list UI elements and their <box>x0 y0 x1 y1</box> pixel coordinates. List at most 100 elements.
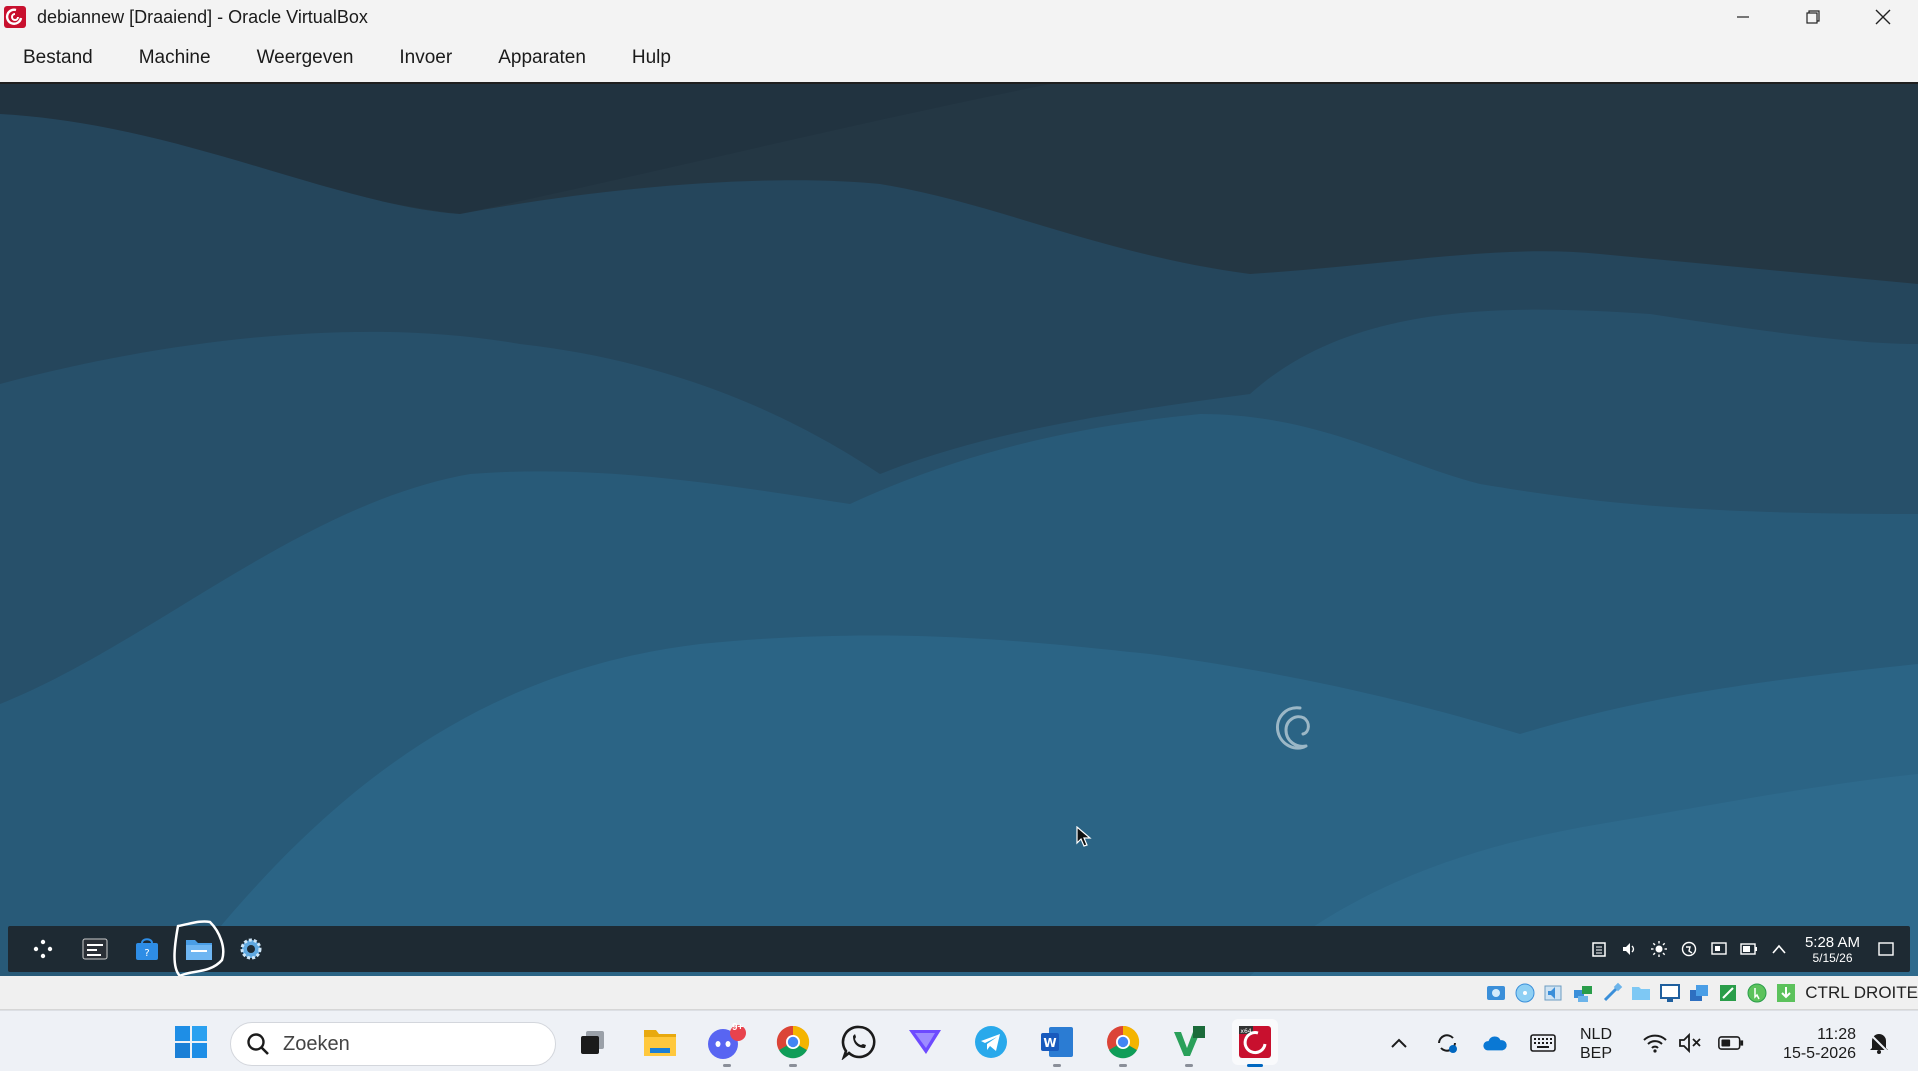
battery-tray[interactable] <box>1739 939 1759 959</box>
chrome-button[interactable] <box>770 1019 816 1067</box>
sync-tray[interactable] <box>1434 1030 1460 1056</box>
battery-icon <box>1718 1036 1744 1050</box>
battery-tray-host[interactable] <box>1718 1030 1744 1056</box>
shared-folders-status[interactable] <box>1628 980 1654 1006</box>
keyboard-tray[interactable] <box>1530 1030 1556 1056</box>
display-icon <box>1711 942 1727 955</box>
start-button[interactable] <box>168 1019 214 1065</box>
proton-vpn-button[interactable] <box>902 1019 948 1065</box>
file-manager-launcher[interactable] <box>173 920 225 976</box>
optical-drive-status[interactable] <box>1512 980 1538 1006</box>
whatsapp-button[interactable] <box>836 1019 882 1065</box>
onedrive-icon <box>1483 1036 1507 1051</box>
network-tray[interactable] <box>1679 939 1699 959</box>
window-title: debiannew [Draaiend] - Oracle VirtualBox <box>37 6 368 27</box>
hard-disk-status[interactable] <box>1483 980 1509 1006</box>
sync-icon <box>1438 1034 1457 1053</box>
visual-studio-button[interactable] <box>1166 1019 1212 1067</box>
volume-muted-icon <box>1679 1032 1701 1054</box>
settings-launcher[interactable] <box>230 928 272 970</box>
show-desktop-icon <box>1878 942 1894 956</box>
proton-vpn-icon <box>909 1030 941 1054</box>
app-menu-button[interactable] <box>22 928 64 970</box>
chrome-profile-button[interactable] <box>1100 1019 1146 1067</box>
guest-clock[interactable]: 5:28 AM 5/15/26 <box>1805 935 1860 964</box>
onedrive-tray[interactable] <box>1482 1030 1508 1056</box>
cpu-status[interactable] <box>1715 980 1741 1006</box>
clock-date: 15-5-2026 <box>1783 1045 1856 1062</box>
clock-time: 11:28 <box>1817 1026 1856 1043</box>
input-language-indicator[interactable]: NLD BEP <box>1580 1025 1612 1063</box>
virtualbox-button[interactable]: x64 <box>1232 1019 1278 1067</box>
software-store-launcher[interactable]: ? <box>126 928 168 970</box>
close-button[interactable] <box>1848 0 1918 34</box>
battery-icon <box>1740 943 1757 955</box>
file-explorer-icon <box>644 1030 676 1056</box>
close-icon <box>1875 9 1891 25</box>
show-desktop-button[interactable] <box>1876 939 1896 959</box>
debian-swirl-icon <box>1275 706 1310 750</box>
restore-icon <box>1806 10 1820 24</box>
discord-button[interactable]: 9+ <box>704 1019 750 1067</box>
display-status[interactable] <box>1657 980 1683 1006</box>
clipboard-tray[interactable] <box>1589 939 1609 959</box>
notifications-button[interactable] <box>1866 1030 1892 1056</box>
display-icon <box>1660 983 1681 1002</box>
mouse-integration-status[interactable] <box>1744 980 1770 1006</box>
menu-apparaten[interactable]: Apparaten <box>475 47 609 69</box>
menu-hulp[interactable]: Hulp <box>609 47 694 69</box>
word-icon: W <box>1041 1027 1073 1057</box>
brightness-icon <box>1650 941 1667 957</box>
language-code: NLD <box>1580 1026 1613 1043</box>
restore-button[interactable] <box>1778 0 1848 34</box>
visual-studio-icon <box>1174 1026 1205 1056</box>
terminal-launcher[interactable] <box>74 928 116 970</box>
guest-time: 5:28 AM <box>1804 933 1860 951</box>
running-indicator <box>1119 1064 1127 1067</box>
network-adapter-status[interactable] <box>1570 980 1596 1006</box>
title-bar: debiannew [Draaiend] - Oracle VirtualBox <box>0 0 1918 34</box>
usb-status[interactable] <box>1599 980 1625 1006</box>
network-icon <box>1681 941 1697 957</box>
keyboard-status[interactable] <box>1773 980 1799 1006</box>
recording-status[interactable] <box>1686 980 1712 1006</box>
clipboard-icon <box>1592 942 1606 957</box>
windows-taskbar: Zoeken 9+ W x64 NLD BEP 11:28 15-5-2026 <box>0 1010 1918 1071</box>
guest-display[interactable]: ? 5:28 AM 5/15/26 <box>0 84 1918 976</box>
menu-invoer[interactable]: Invoer <box>376 47 475 69</box>
active-indicator <box>1247 1064 1263 1067</box>
audio-status[interactable] <box>1541 980 1567 1006</box>
wifi-tray[interactable] <box>1642 1030 1668 1056</box>
menu-weergeven[interactable]: Weergeven <box>234 47 377 69</box>
wifi-icon <box>1643 1034 1667 1053</box>
discord-badge: 9+ <box>732 1022 744 1033</box>
search-box[interactable]: Zoeken <box>230 1022 556 1066</box>
taskbar-clock[interactable]: 11:28 15-5-2026 <box>1768 1025 1856 1063</box>
volume-tray-host[interactable] <box>1678 1030 1704 1056</box>
volume-icon <box>1622 943 1635 955</box>
display-tray[interactable] <box>1709 939 1729 959</box>
hidden-icons-button[interactable] <box>1386 1030 1412 1056</box>
terminal-icon <box>82 938 108 960</box>
task-view-button[interactable] <box>569 1019 615 1065</box>
usb-icon <box>1604 982 1623 1001</box>
telegram-button[interactable] <box>968 1019 1014 1065</box>
minimize-button[interactable] <box>1708 0 1778 34</box>
menu-bestand[interactable]: Bestand <box>0 47 116 69</box>
guest-date: 5/15/26 <box>1812 950 1853 965</box>
keyboard-layout-code: BEP <box>1580 1045 1613 1062</box>
shared-folders-icon <box>1632 986 1651 1000</box>
brightness-tray[interactable] <box>1649 939 1669 959</box>
volume-tray[interactable] <box>1619 939 1639 959</box>
search-icon <box>247 1033 269 1055</box>
task-view-icon <box>581 1031 604 1054</box>
optical-drive-icon <box>1515 983 1535 1002</box>
whatsapp-icon <box>841 1025 876 1060</box>
start-icon <box>175 1026 207 1058</box>
tray-expand-button[interactable] <box>1769 939 1789 959</box>
menu-machine[interactable]: Machine <box>116 47 234 69</box>
word-button[interactable]: W <box>1034 1019 1080 1067</box>
file-explorer-button[interactable] <box>637 1019 683 1065</box>
chevron-up-icon <box>1772 944 1786 954</box>
keyboard-icon <box>1777 983 1796 1002</box>
